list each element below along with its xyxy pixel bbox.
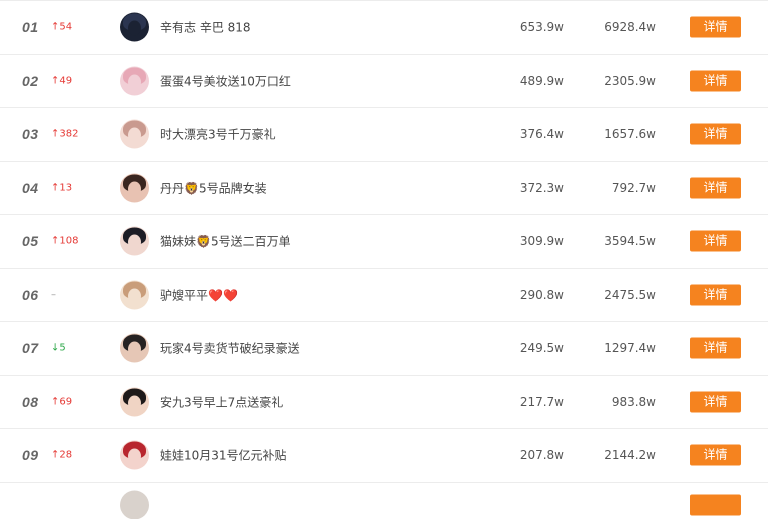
streamer-name[interactable]: 猫妹妹🦁5号送二百万单 [160, 233, 291, 250]
table-row: 06– 驴嫂平平❤️❤️ 290.8w 2475.5w 详情 [0, 269, 768, 322]
rank-number: 07 [22, 340, 39, 357]
avatar[interactable] [120, 440, 149, 470]
details-button[interactable] [690, 494, 741, 515]
streamer-name[interactable]: 时大漂亮3号千万豪礼 [160, 126, 276, 143]
metric-value-1: 249.5w [519, 341, 564, 356]
rank-change: ↓5 [51, 342, 66, 354]
streamer-name[interactable]: 安九3号早上7点送豪礼 [160, 393, 283, 410]
table-row: 04 ↑13 丹丹🦁5号品牌女装 372.3w 792.7w 详情 [0, 162, 768, 215]
avatar[interactable] [120, 173, 149, 203]
rank-number: 06 [22, 286, 39, 303]
metric-value-2: 2305.9w [604, 73, 656, 88]
rank-change: ↑49 [51, 75, 73, 87]
rank-change: ↑69 [51, 396, 73, 408]
rank-number: 04 [22, 179, 39, 196]
table-row: 01 ↑54 辛有志 辛巴 818 653.9w 6928.4w 详情 [0, 1, 768, 55]
streamer-name[interactable]: 丹丹🦁5号品牌女装 [160, 179, 267, 196]
metric-value-2: 1657.6w [604, 127, 656, 142]
metric-value-2: 6928.4w [604, 20, 656, 35]
avatar[interactable] [120, 280, 149, 310]
rank-change: – [51, 289, 56, 301]
avatar[interactable] [120, 333, 149, 363]
table-row: 02 ↑49 蛋蛋4号美妆送10万口红 489.9w 2305.9w 详情 [0, 55, 768, 108]
rank-change: ↑13 [51, 182, 73, 194]
ranking-table: 01 ↑54 辛有志 辛巴 818 653.9w 6928.4w 详情 02 ↑49 蛋蛋4号美… [0, 0, 768, 519]
avatar[interactable] [120, 119, 149, 149]
rank-change: ↑28 [51, 449, 73, 461]
rank-change: ↑108 [51, 235, 79, 247]
streamer-name[interactable]: 娃娃10月31号亿元补贴 [160, 447, 287, 464]
metric-value-1: 653.9w [519, 20, 564, 35]
metric-value-1: 372.3w [519, 180, 564, 195]
details-button[interactable]: 详情 [690, 177, 741, 199]
avatar[interactable] [120, 226, 149, 256]
rank-number: 03 [22, 126, 39, 143]
streamer-name[interactable]: 蛋蛋4号美妆送10万口红 [160, 72, 291, 89]
rank-number: 09 [22, 447, 39, 464]
table-row-partial [0, 483, 768, 519]
avatar[interactable] [120, 490, 149, 519]
streamer-name[interactable]: 辛有志 辛巴 818 [160, 19, 251, 36]
details-button[interactable]: 详情 [690, 230, 741, 252]
details-button[interactable]: 详情 [690, 391, 741, 413]
avatar[interactable] [120, 387, 149, 417]
metric-value-1: 489.9w [519, 73, 564, 88]
table-row: 05 ↑108 猫妹妹🦁5号送二百万单 309.9w 3594.5w 详情 [0, 215, 768, 269]
details-button[interactable]: 详情 [690, 16, 741, 38]
rank-number: 08 [22, 393, 39, 410]
metric-value-2: 792.7w [611, 180, 656, 195]
metric-value-2: 2144.2w [604, 448, 656, 463]
metric-value-1: 217.7w [519, 394, 564, 409]
metric-value-2: 983.8w [611, 394, 656, 409]
table-row: 03 ↑382 时大漂亮3号千万豪礼 376.4w 1657.6w 详情 [0, 108, 768, 162]
metric-value-1: 309.9w [519, 234, 564, 249]
details-button[interactable]: 详情 [690, 123, 741, 145]
details-button[interactable]: 详情 [690, 284, 741, 306]
details-button[interactable]: 详情 [690, 337, 741, 359]
metric-value-1: 376.4w [519, 127, 564, 142]
rank-number: 05 [22, 233, 39, 250]
details-button[interactable]: 详情 [690, 70, 741, 92]
metric-value-2: 3594.5w [604, 234, 656, 249]
rank-change: ↑382 [51, 128, 79, 140]
metric-value-1: 290.8w [519, 287, 564, 302]
table-row: 08 ↑69 安九3号早上7点送豪礼 217.7w 983.8w 详情 [0, 376, 768, 429]
metric-value-2: 2475.5w [604, 287, 656, 302]
rank-number: 02 [22, 72, 39, 89]
metric-value-2: 1297.4w [604, 341, 656, 356]
streamer-name[interactable]: 玩家4号卖货节破纪录豪送 [160, 340, 300, 357]
rank-change: ↑54 [51, 21, 73, 33]
table-row: 07 ↓5 玩家4号卖货节破纪录豪送 249.5w 1297.4w 详情 [0, 322, 768, 376]
streamer-name[interactable]: 驴嫂平平❤️❤️ [160, 286, 238, 303]
table-row: 09 ↑28 娃娃10月31号亿元补贴 207.8w 2144.2w 详情 [0, 429, 768, 483]
metric-value-1: 207.8w [519, 448, 564, 463]
avatar[interactable] [120, 12, 149, 42]
avatar[interactable] [120, 66, 149, 96]
details-button[interactable]: 详情 [690, 444, 741, 466]
rank-number: 01 [22, 19, 39, 36]
